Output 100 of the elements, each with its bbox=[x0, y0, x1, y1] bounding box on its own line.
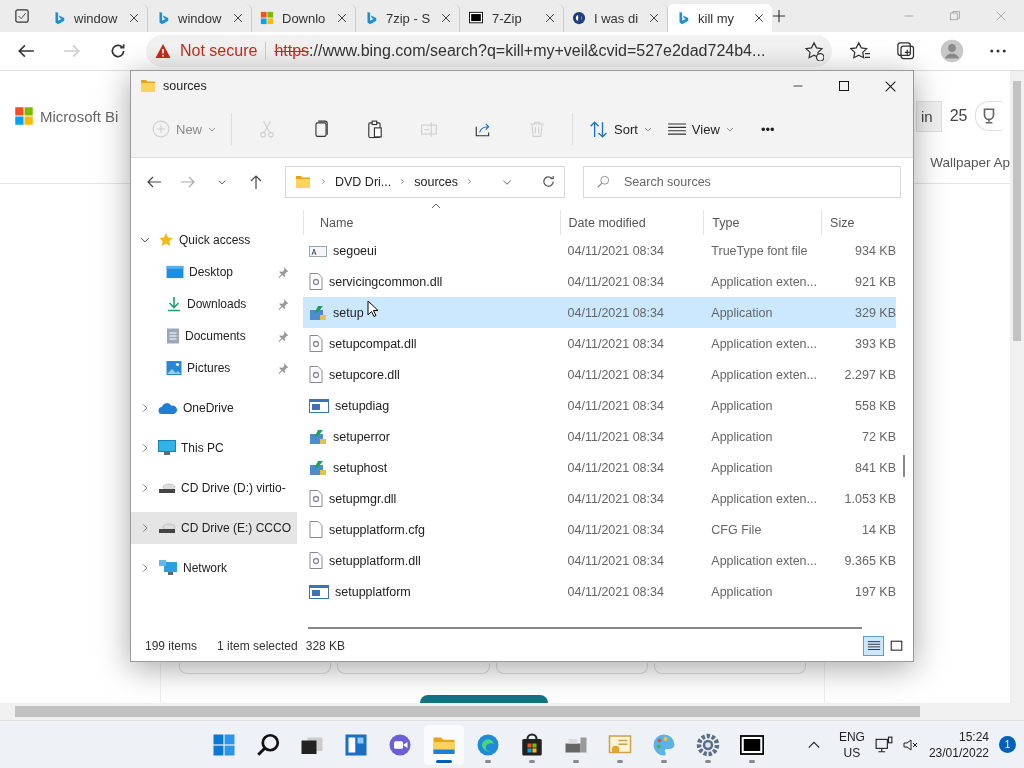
language-indicator[interactable]: ENG bbox=[838, 728, 865, 745]
nav-pane-item[interactable]: Quick access bbox=[131, 224, 297, 256]
nav-link[interactable]: Wallpaper Ap bbox=[930, 155, 1010, 173]
nav-pane-item[interactable]: Desktop bbox=[131, 256, 297, 288]
folder-icon bbox=[139, 78, 157, 94]
add-favorite-icon bbox=[804, 41, 824, 61]
address-bar[interactable]: Not secure https://www.bing.com/search?q=kill+my+veil&cvid=527e2dad724b4... bbox=[146, 35, 832, 67]
address-field[interactable]: DVD Dri... sources bbox=[285, 165, 565, 198]
view-button[interactable]: View bbox=[660, 111, 739, 147]
taskbar-button[interactable] bbox=[424, 724, 464, 765]
file-name: servicingcommon.dll bbox=[329, 274, 443, 289]
file-name: segoeui bbox=[333, 243, 377, 258]
date-cell-text: 04/11/2021 08:34 bbox=[566, 429, 665, 444]
blank-file-icon bbox=[309, 521, 323, 538]
folder-icon bbox=[294, 173, 312, 190]
browser-tab[interactable]: window bbox=[148, 4, 252, 32]
notification-badge[interactable]: 1 bbox=[999, 736, 1016, 753]
browser-tab[interactable]: kill my bbox=[668, 4, 772, 32]
app-window-icon bbox=[309, 583, 329, 600]
column-header[interactable]: Type bbox=[703, 210, 822, 235]
date-cell-text: 04/11/2021 08:34 bbox=[566, 336, 665, 351]
date-cell-text: 04/11/2021 08:34 bbox=[566, 367, 665, 382]
palette-icon bbox=[652, 732, 676, 757]
file-row[interactable]: segoeui 04/11/2021 08:34 TrueType font file 934 KB bbox=[303, 235, 896, 266]
date-cell-text: 04/11/2021 08:34 bbox=[566, 460, 665, 475]
nav-pane-item[interactable]: CD Drive (E:) CCCO bbox=[131, 512, 297, 544]
horizontal-scrollbar[interactable] bbox=[0, 703, 1024, 720]
type-cell-text: TrueType font file bbox=[710, 243, 809, 258]
archive-icon bbox=[740, 732, 764, 757]
chevron-right-icon bbox=[140, 403, 150, 413]
breadcrumb-item[interactable]: sources bbox=[414, 174, 459, 189]
file-row[interactable]: setuphost 04/11/2021 08:34 Application 841 KB bbox=[303, 452, 896, 483]
nav-pane-item[interactable]: OneDrive bbox=[131, 392, 297, 424]
sort-icon bbox=[588, 120, 608, 138]
file-row[interactable]: setupmgr.dll 04/11/2021 08:34 Application exten... 1.053 KB bbox=[303, 483, 896, 514]
search-field[interactable]: Search sources bbox=[583, 165, 901, 198]
column-header[interactable]: Date modified bbox=[559, 210, 704, 235]
clock-date[interactable]: 23/01/2022 bbox=[928, 744, 989, 761]
file-row[interactable]: servicingcommon.dll 04/11/2021 08:34 Application exten... 921 KB bbox=[303, 266, 896, 297]
pin-icon[interactable] bbox=[277, 266, 289, 278]
vertical-scrollbar[interactable] bbox=[903, 455, 905, 477]
browser-tab[interactable]: 7-Zip bbox=[460, 4, 564, 32]
column-header[interactable]: Size bbox=[821, 210, 896, 235]
file-row[interactable]: setupplatform.dll 04/11/2021 08:34 Application exten... 9.365 KB bbox=[303, 545, 896, 576]
file-row[interactable]: setupplatform.cfg 04/11/2021 08:34 CFG File 14 KB bbox=[303, 514, 896, 545]
nav-pane-item[interactable]: Documents bbox=[131, 320, 297, 352]
warning-icon bbox=[154, 43, 172, 59]
window-title: sources bbox=[163, 79, 207, 93]
pin-icon[interactable] bbox=[277, 362, 289, 374]
more-button[interactable]: ••• bbox=[742, 111, 793, 147]
file-row[interactable]: setuperror 04/11/2021 08:34 Application 72 KB bbox=[303, 421, 896, 452]
more-icon bbox=[990, 49, 1006, 53]
browser-tab[interactable]: Downlo bbox=[252, 4, 356, 32]
nav-pane-item[interactable]: Pictures bbox=[131, 352, 297, 384]
details-view-button[interactable] bbox=[863, 636, 884, 656]
pin-icon[interactable] bbox=[277, 298, 289, 310]
size-cell-text: 329 KB bbox=[854, 305, 896, 320]
gear-file-icon bbox=[309, 552, 323, 569]
gear-file-icon bbox=[309, 335, 323, 352]
sign-in-button[interactable]: in bbox=[916, 100, 942, 132]
breadcrumb-item[interactable]: DVD Dri... bbox=[335, 174, 392, 189]
chevron-down-icon bbox=[725, 126, 734, 132]
app-window-icon bbox=[309, 397, 329, 414]
browser-tab[interactable]: window bbox=[44, 4, 148, 32]
chevron-down-icon bbox=[140, 235, 150, 245]
rewards-button[interactable] bbox=[975, 101, 1003, 131]
chevron-right-icon bbox=[140, 483, 150, 493]
browser-tab[interactable]: 7zip - S bbox=[356, 4, 460, 32]
file-row[interactable]: setupcore.dll 04/11/2021 08:34 Application exten... 2.297 KB bbox=[303, 359, 896, 390]
close-icon bbox=[754, 13, 764, 23]
column-header[interactable]: Name bbox=[303, 210, 560, 235]
region-indicator[interactable]: US bbox=[843, 744, 861, 761]
document-icon bbox=[166, 328, 180, 344]
file-row[interactable]: setupdiag 04/11/2021 08:34 Application 558 KB bbox=[303, 390, 896, 421]
nav-pane-item[interactable]: Network bbox=[131, 552, 297, 584]
edge-icon bbox=[476, 732, 500, 757]
nav-pane-item[interactable]: Downloads bbox=[131, 288, 297, 320]
type-cell-text: CFG File bbox=[710, 522, 763, 537]
type-cell-text: Application exten... bbox=[710, 274, 818, 289]
font-file-icon bbox=[309, 243, 327, 258]
chevron-right-icon bbox=[399, 177, 407, 186]
file-row[interactable]: setupcompat.dll 04/11/2021 08:34 Application exten... 393 KB bbox=[303, 328, 896, 359]
security-warning[interactable]: Not secure bbox=[180, 42, 258, 60]
vertical-scrollbar[interactable] bbox=[1010, 71, 1024, 703]
nav-pane-item[interactable]: This PC bbox=[131, 432, 297, 464]
nav-pane-item[interactable]: CD Drive (D:) virtio- bbox=[131, 472, 297, 504]
pin-icon[interactable] bbox=[277, 330, 289, 342]
size-cell-text: 841 KB bbox=[854, 460, 896, 475]
type-cell-text: Application bbox=[710, 305, 774, 320]
disc-drive-icon bbox=[158, 521, 176, 535]
horizontal-scrollbar[interactable] bbox=[308, 627, 862, 629]
file-row[interactable]: setup 04/11/2021 08:34 Application 329 KB bbox=[303, 297, 896, 328]
collections-icon bbox=[896, 41, 916, 61]
page-button[interactable] bbox=[420, 695, 548, 703]
desktop-icon bbox=[166, 265, 184, 279]
sort-button[interactable]: Sort bbox=[583, 111, 657, 147]
back-arrow-icon bbox=[17, 42, 35, 60]
download-icon bbox=[166, 296, 182, 312]
file-row[interactable]: setupplatform 04/11/2021 08:34 Application 197 KB bbox=[303, 576, 896, 607]
clock-time[interactable]: 15:24 bbox=[958, 728, 989, 745]
